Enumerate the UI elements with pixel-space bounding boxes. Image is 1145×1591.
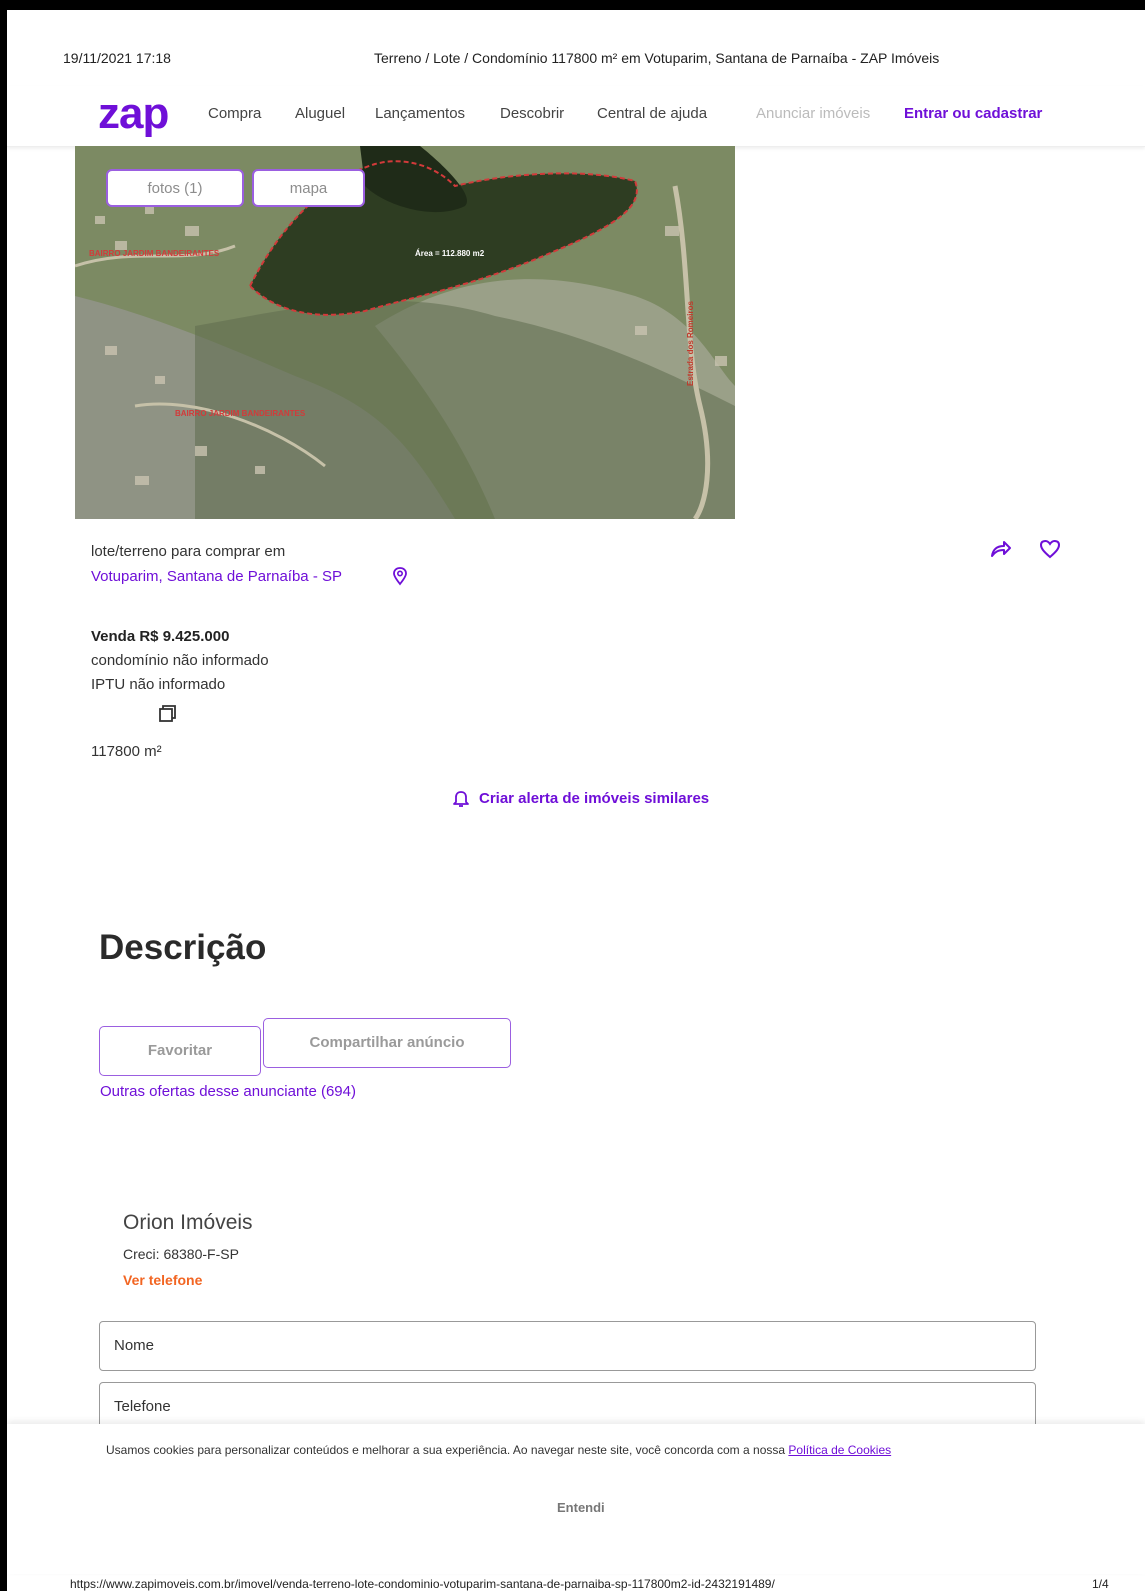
photo-label-area: Área = 112.880 m2	[415, 249, 485, 258]
print-date: 19/11/2021 17:18	[63, 50, 171, 66]
top-nav: zap Compra Aluguel Lançamentos Descobrir…	[7, 86, 1145, 147]
bell-icon	[451, 788, 471, 808]
nav-central-ajuda[interactable]: Central de ajuda	[597, 105, 707, 122]
cookie-message: Usamos cookies para personalizar conteúd…	[106, 1443, 789, 1457]
favorite-button[interactable]: Favoritar	[99, 1026, 261, 1076]
zap-logo[interactable]: zap	[98, 92, 169, 136]
cookie-accept-button[interactable]: Entendi	[557, 1500, 605, 1515]
nav-login[interactable]: Entrar ou cadastrar	[904, 105, 1042, 122]
page: 19/11/2021 17:18 Terreno / Lote / Condom…	[7, 10, 1145, 1591]
name-field[interactable]: Nome	[99, 1321, 1036, 1371]
cookie-policy-link[interactable]: Política de Cookies	[788, 1443, 891, 1457]
more-offers-link[interactable]: Outras ofertas desse anunciante (694)	[100, 1083, 356, 1100]
description-title: Descrição	[99, 928, 267, 967]
map-button[interactable]: mapa	[252, 169, 365, 207]
nav-aluguel[interactable]: Aluguel	[295, 105, 345, 122]
photo-label-bairro-top: BAIRRO JARDIM BANDEIRANTES	[89, 249, 220, 258]
advertiser-creci: Creci: 68380-F-SP	[123, 1246, 239, 1262]
map-pin-icon[interactable]	[390, 566, 410, 586]
show-phone-link[interactable]: Ver telefone	[123, 1272, 202, 1288]
condo-fee: condomínio não informado	[91, 652, 269, 669]
print-title: Terreno / Lote / Condomínio 117800 m² em…	[374, 50, 940, 66]
area-icon	[157, 704, 177, 724]
area-value: 117800 m²	[91, 743, 162, 760]
share-icon[interactable]	[987, 536, 1013, 562]
nav-descobrir[interactable]: Descobrir	[500, 105, 564, 122]
photo-label-bairro-bottom: BAIRRO JARDIM BANDEIRANTES	[175, 409, 306, 418]
share-listing-button[interactable]: Compartilhar anúncio	[263, 1018, 511, 1068]
iptu: IPTU não informado	[91, 676, 226, 693]
advertiser-name: Orion Imóveis	[123, 1211, 253, 1234]
print-url: https://www.zapimoveis.com.br/imovel/ven…	[70, 1577, 775, 1591]
heart-icon[interactable]	[1037, 536, 1063, 562]
print-page-number: 1/4	[1092, 1577, 1109, 1591]
photos-button[interactable]: fotos (1)	[106, 169, 244, 207]
cookie-text: Usamos cookies para personalizar conteúd…	[106, 1440, 1006, 1460]
nav-anunciar[interactable]: Anunciar imóveis	[756, 105, 870, 122]
listing-type: lote/terreno para comprar em	[91, 543, 286, 560]
photo-label-road: Estrada dos Romeiros	[686, 301, 695, 386]
location-link[interactable]: Votuparim, Santana de Parnaíba - SP	[91, 568, 342, 585]
property-photo[interactable]: BAIRRO JARDIM BANDEIRANTES Área = 112.88…	[75, 146, 735, 519]
cookie-banner: Usamos cookies para personalizar conteúd…	[7, 1424, 1145, 1574]
price: Venda R$ 9.425.000	[91, 628, 230, 645]
nav-lancamentos[interactable]: Lançamentos	[375, 105, 465, 122]
nav-compra[interactable]: Compra	[208, 105, 261, 122]
create-alert-label: Criar alerta de imóveis similares	[479, 790, 710, 807]
